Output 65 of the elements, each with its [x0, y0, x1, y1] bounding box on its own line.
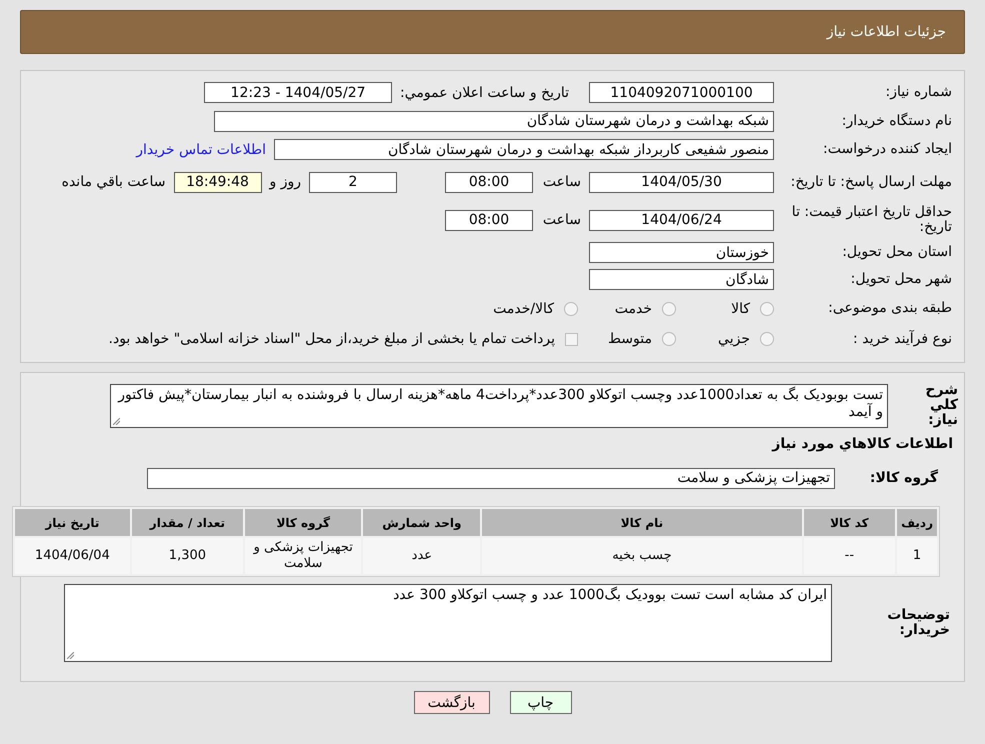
radio-button[interactable] [760, 332, 774, 346]
description-field: تست بوبودیک بگ به تعداد1000عدد وچسب اتوکلاو 300عدد*پرداخت4 ماهه*هزینه ارسال با فروشنده به انبار بیمارستان*پیش فاکتور و آیمد [110, 384, 888, 428]
deadline-date-field: 1404/05/30 [589, 172, 774, 192]
field-label: شهر محل تحویل: [850, 272, 952, 287]
column-header: نام کالا [482, 509, 802, 536]
radio-label: جزيي [718, 331, 750, 347]
table-cell: عدد [363, 538, 480, 574]
field-label: تاریخ و ساعت اعلان عمومي: [400, 84, 569, 100]
validity-date-field: 1404/06/24 [589, 210, 774, 230]
buyer-notes-field: ایران کد مشابه است تست بوودیک بگ1000 عدد و چسب اتوکلاو 300 عدد [64, 584, 832, 662]
radio-label: خدمت [614, 300, 652, 316]
radio-label: کالا [731, 300, 750, 316]
field-label: شرح کلي نیاز: [924, 383, 958, 428]
field-label: توضیحات خریدار: [886, 608, 951, 638]
resize-grip-icon [67, 652, 74, 659]
checkbox[interactable] [565, 332, 578, 346]
announce-date-field: 1404/05/27 - 12:23 [204, 82, 392, 103]
field-label: مهلت ارسال پاسخ: تا تاریخ: [790, 174, 952, 190]
column-header: تعداد / مقدار [132, 509, 244, 536]
buyer-name-field: شبکه بهداشت و درمان شهرستان شادگان [214, 110, 774, 132]
field-label: گروه کالا: [868, 470, 939, 486]
table-cell: 1,300 [132, 538, 244, 574]
days-field: 2 [309, 172, 397, 192]
radio-button[interactable] [662, 302, 676, 316]
field-label: طبقه بندی موضوعی: [827, 301, 952, 316]
field-label: نام دستگاه خریدار: [840, 114, 952, 128]
table-cell: 1 [897, 538, 937, 574]
field-label: نوع فرآیند خرید : [852, 332, 952, 346]
column-header: کد کالا [804, 509, 896, 536]
table-cell: چسب بخیه [482, 538, 802, 574]
field-label: ساعت باقي مانده [62, 174, 166, 190]
city-field: شادگان [589, 269, 774, 290]
province-field: خوزستان [589, 242, 774, 263]
column-header: واحد شمارش [363, 509, 480, 536]
back-button[interactable]: بازگشت [414, 691, 490, 714]
field-label: ساعت [542, 212, 581, 228]
resize-grip-icon [113, 418, 120, 424]
radio-button[interactable] [662, 332, 676, 346]
need-number-field: 1104092071000100 [589, 82, 774, 103]
column-header: گروه کالا [245, 509, 362, 536]
radio-label: کالا/خدمت [493, 300, 554, 316]
table-cell: -- [804, 538, 896, 574]
header-title: جزئیات اطلاعات نیاز [826, 24, 946, 40]
field-label: استان محل تحویل: [841, 245, 952, 260]
goods-group-field: تجهیزات پزشکی و سلامت [147, 468, 835, 488]
radio-button[interactable] [564, 302, 578, 316]
deadline-time-field: 08:00 [445, 172, 533, 192]
column-header: ردیف [897, 509, 937, 536]
radio-label: متوسط [608, 331, 652, 347]
radio-button[interactable] [760, 302, 774, 316]
field-label: شماره نیاز: [884, 85, 952, 100]
table-cell: تجهیزات پزشکی و سلامت [245, 538, 362, 574]
field-label: روز و [270, 174, 301, 190]
remaining-time-field: 18:49:48 [174, 172, 262, 192]
field-label: ساعت [542, 174, 581, 190]
section-title: اطلاعات کالاهاي مورد نیاز [770, 435, 954, 454]
contact-link[interactable]: اطلاعات تماس خریدار [136, 142, 266, 158]
field-label: ایجاد کننده درخواست: [822, 142, 952, 157]
validity-time-field: 08:00 [445, 210, 533, 230]
field-label: حداقل تاریخ اعتبار قیمت: تا تاریخ: [790, 205, 952, 235]
print-button[interactable]: چاپ [510, 691, 572, 714]
checkbox-label: پرداخت تمام یا بخشی از مبلغ خرید،از محل "اسناد خزانه اسلامی" خواهد بود. [108, 331, 555, 347]
creator-field: منصور شفیعی کاربرداز شبکه بهداشت و درمان شهرستان شادگان [274, 139, 774, 160]
table-cell: 1404/06/04 [15, 538, 130, 574]
column-header: تاریخ نیاز [15, 509, 130, 536]
